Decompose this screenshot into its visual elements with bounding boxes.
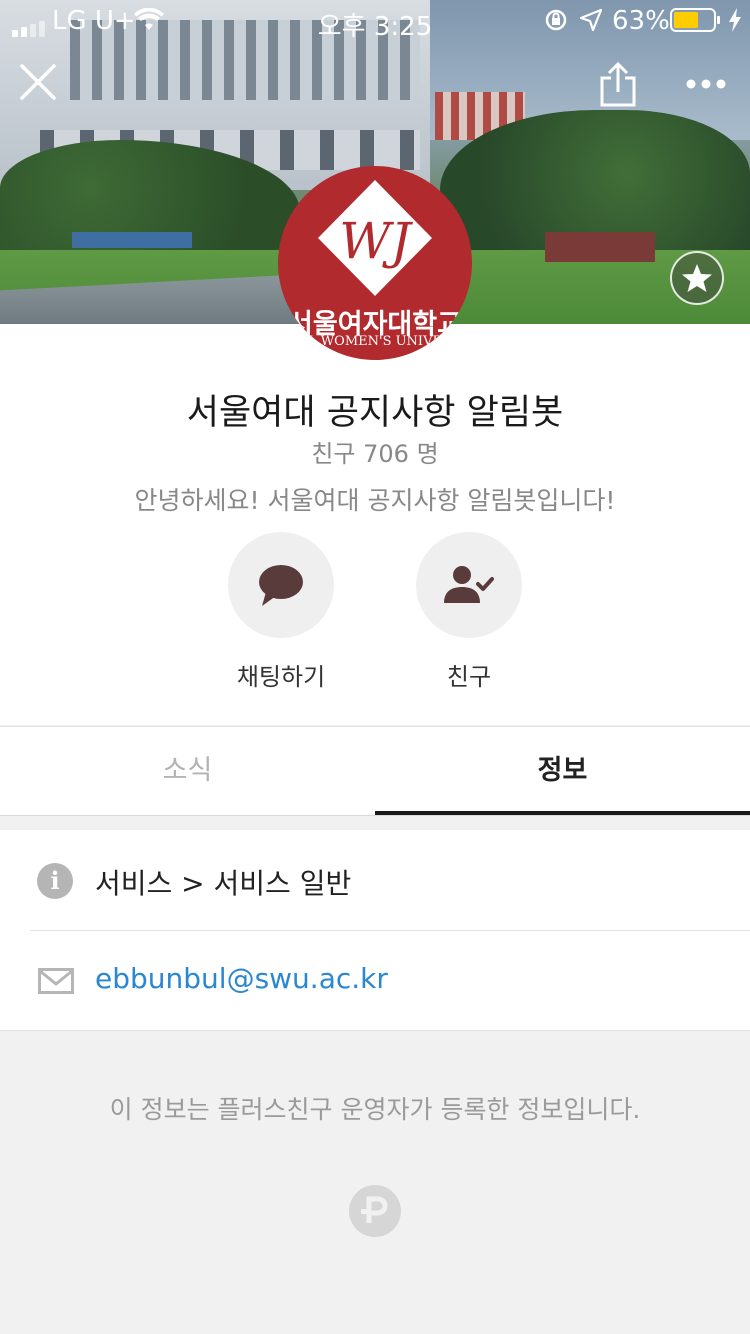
friend-button[interactable] bbox=[416, 532, 522, 638]
star-icon bbox=[682, 264, 712, 292]
chat-button-label: 채팅하기 bbox=[236, 663, 326, 691]
battery-icon bbox=[670, 8, 722, 39]
share-icon bbox=[600, 61, 636, 107]
profile-logo[interactable]: WJ 서울여자대학교 L WOMEN'S UNIVE bbox=[278, 166, 472, 360]
chat-button[interactable] bbox=[228, 532, 334, 638]
charging-icon bbox=[728, 8, 742, 39]
cover-banner-left bbox=[72, 232, 192, 248]
status-bar: LG U+ 오후 3:25 63% bbox=[0, 0, 750, 42]
plus-friend-logo-icon bbox=[349, 1185, 401, 1237]
email-row[interactable]: ebbunbul@swu.ac.kr bbox=[0, 930, 750, 1030]
tab-bar: 소식 정보 bbox=[0, 726, 750, 816]
info-disclaimer: 이 정보는 플러스친구 운영자가 등록한 정보입니다. bbox=[109, 1095, 641, 1124]
logo-subtext: L WOMEN'S UNIVE bbox=[308, 334, 442, 349]
rotation-lock-icon bbox=[544, 8, 568, 39]
share-button[interactable] bbox=[598, 61, 638, 108]
favorite-button[interactable] bbox=[670, 251, 724, 305]
svg-text:WJ: WJ bbox=[339, 212, 413, 270]
chat-bubble-icon bbox=[259, 565, 303, 606]
location-icon bbox=[579, 8, 603, 38]
friend-count: 친구 706 명 bbox=[311, 440, 439, 468]
battery-percent: 63% bbox=[612, 6, 670, 36]
cover-banner-right bbox=[545, 232, 655, 262]
more-icon bbox=[686, 79, 726, 89]
category-row: i 서비스 > 서비스 일반 bbox=[0, 830, 750, 930]
info-list: i 서비스 > 서비스 일반 ebbunbul@swu.ac.kr bbox=[0, 830, 750, 1031]
tab-info[interactable]: 정보 bbox=[375, 727, 750, 815]
mail-icon bbox=[38, 968, 74, 998]
category-text: 서비스 > 서비스 일반 bbox=[95, 867, 352, 900]
person-check-icon bbox=[444, 566, 494, 603]
profile-greeting: 안녕하세요! 서울여대 공지사항 알림봇입니다! bbox=[134, 486, 616, 515]
close-icon bbox=[20, 64, 56, 100]
tab-news[interactable]: 소식 bbox=[0, 727, 375, 815]
more-button[interactable] bbox=[686, 76, 726, 90]
info-icon: i bbox=[37, 863, 73, 899]
email-link[interactable]: ebbunbul@swu.ac.kr bbox=[95, 962, 388, 995]
active-tab-indicator bbox=[375, 811, 750, 815]
profile-name: 서울여대 공지사항 알림봇 bbox=[186, 393, 564, 433]
friend-button-label: 친구 bbox=[446, 663, 492, 691]
close-button[interactable] bbox=[18, 62, 58, 102]
